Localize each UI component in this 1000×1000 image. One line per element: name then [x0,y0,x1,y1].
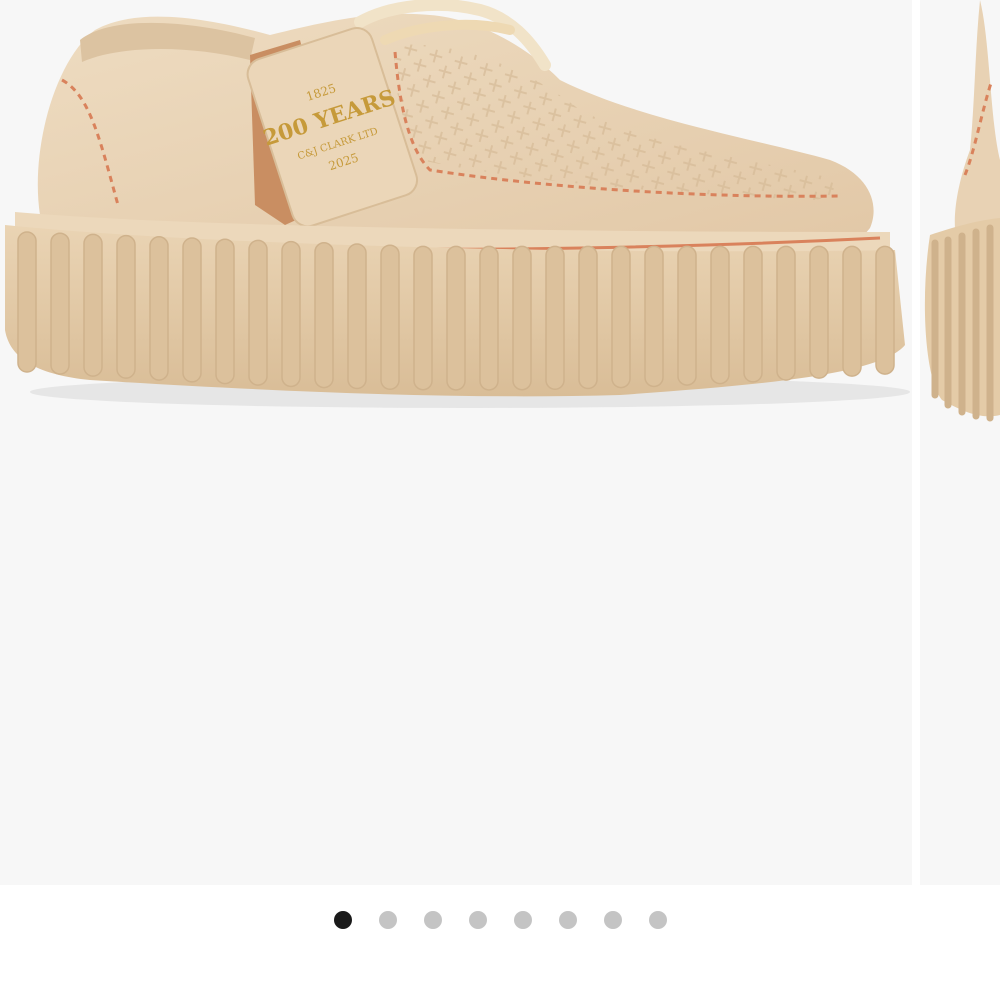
sole-rib [545,245,565,390]
sole-rib [479,245,499,391]
sole-rib [413,245,433,391]
sole-rib [875,245,895,375]
sole-rib [50,232,70,375]
sole-rib [380,244,400,390]
pagination-dot-1[interactable] [333,911,352,929]
sole-rib [512,245,532,391]
sole-rib [314,242,334,389]
sole-rib [83,233,103,377]
sole-rib [347,243,367,390]
sole-rib [281,240,301,388]
sole-rib [776,245,796,381]
sole-rib [116,234,136,379]
sole-rib [149,236,169,381]
pagination-dot-8[interactable] [648,911,667,929]
product-image-slide-current[interactable]: 1825 200 YEARS C&J CLARK LTD 2025 [0,0,912,885]
pagination-dot-6[interactable] [558,911,577,929]
sole-rib [842,245,862,377]
carousel-pagination [0,900,1000,940]
shoe-product-image: 1825 200 YEARS C&J CLARK LTD 2025 [5,0,910,408]
pagination-dot-4[interactable] [468,911,487,929]
sole-rib [248,239,268,386]
sole-rib [644,245,664,388]
pagination-dot-2[interactable] [378,911,397,929]
sole-rib [182,237,202,383]
pagination-dot-5[interactable] [513,911,532,929]
sole-rib [611,245,631,389]
sole-rib [215,238,235,385]
sole-rib [743,245,763,383]
next-shoe-image [924,0,1000,422]
sole-rib [446,245,466,391]
sole-rib [578,245,598,390]
sole-rib [17,231,37,373]
product-image-slide-next-peek[interactable] [920,0,1000,885]
product-image-carousel[interactable]: 1825 200 YEARS C&J CLARK LTD 2025 [0,0,1000,885]
pagination-dot-3[interactable] [423,911,442,929]
sole-rib [710,245,730,385]
sole-rib [809,245,829,379]
pagination-dot-7[interactable] [603,911,622,929]
sole-rib [677,245,697,386]
